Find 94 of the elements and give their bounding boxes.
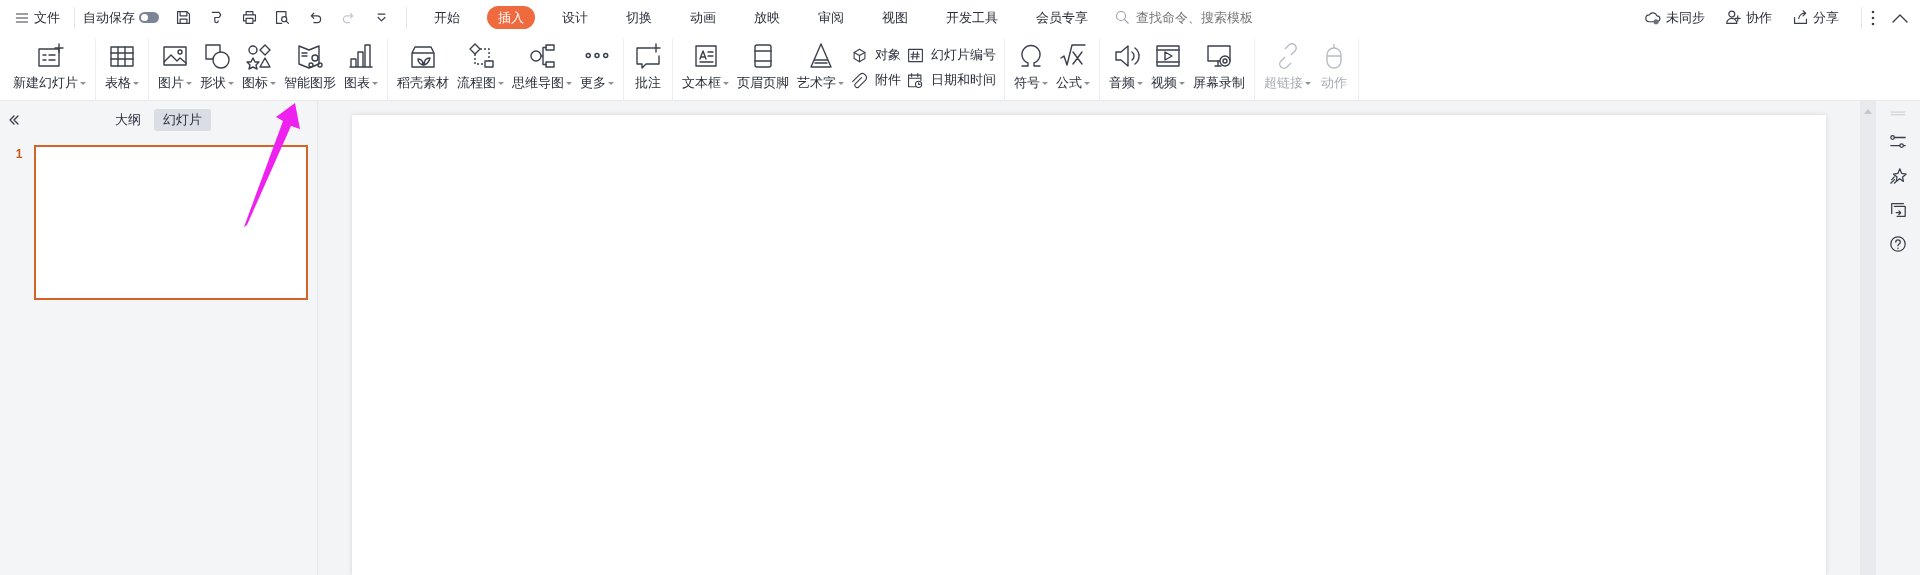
add-user-icon: [1725, 9, 1742, 26]
button-label: 日期和时间: [931, 72, 996, 90]
button-label: 文本框: [682, 75, 721, 92]
ribbon-button[interactable]: 艺术字: [793, 39, 848, 95]
ribbon-button[interactable]: 符号: [1010, 39, 1052, 95]
ribbon-tab[interactable]: 动画: [679, 5, 727, 30]
button-label: 音频: [1109, 75, 1135, 92]
help-icon[interactable]: [1889, 235, 1907, 253]
button-label: 图片: [158, 75, 184, 92]
bar-chart-icon: [346, 41, 376, 71]
panel-handle-icon[interactable]: [1889, 109, 1907, 117]
button-label: 批注: [635, 75, 661, 92]
ribbon-button[interactable]: 流程图: [453, 39, 508, 95]
cloud-icon: [1645, 9, 1662, 26]
button-label: 屏幕录制: [1193, 75, 1245, 92]
panel-tab[interactable]: 幻灯片: [154, 108, 211, 132]
button-label: 页眉页脚: [737, 75, 789, 92]
ribbon-button[interactable]: 屏幕录制: [1189, 39, 1249, 95]
ribbon-button[interactable]: 图表: [340, 39, 382, 95]
save-icon[interactable]: [175, 9, 192, 26]
ribbon-button[interactable]: 视频: [1147, 39, 1189, 95]
button-label: 图表: [344, 75, 370, 92]
ribbon-button[interactable]: 更多: [576, 39, 618, 95]
ribbon-button[interactable]: 批注: [629, 39, 667, 95]
button-label: 动作: [1321, 75, 1347, 92]
ribbon-button[interactable]: 稻壳素材: [393, 39, 453, 95]
ribbon-tab[interactable]: 审阅: [807, 5, 855, 30]
button-label: 公式: [1056, 75, 1082, 92]
autosave-label: 自动保存: [83, 8, 135, 27]
ribbon-button[interactable]: 日期和时间: [904, 68, 999, 93]
ribbon-button[interactable]: 思维导图: [508, 39, 576, 95]
mind-map-icon: [527, 41, 557, 71]
ribbon-button[interactable]: 图片: [154, 39, 196, 95]
ribbon-tab[interactable]: 会员专享: [1025, 5, 1099, 30]
more-icon: [585, 52, 609, 59]
ribbon-tab[interactable]: 开始: [423, 5, 471, 30]
ribbon-button[interactable]: 音频: [1105, 39, 1147, 95]
ribbon-button[interactable]: 智能图形: [280, 39, 340, 95]
button-label: 更多: [580, 75, 606, 92]
button-label: 幻灯片编号: [931, 47, 996, 65]
button-label: 附件: [875, 72, 901, 90]
search-field[interactable]: 查找命令、搜索模板: [1134, 6, 1284, 29]
file-menu[interactable]: 文件: [8, 7, 66, 28]
share-icon: [1792, 9, 1809, 26]
button-label: 对象: [875, 47, 901, 65]
toolbar-action[interactable]: 分享: [1786, 7, 1845, 28]
collapse-panel-icon[interactable]: [8, 114, 20, 126]
ribbon-tab[interactable]: 视图: [871, 5, 919, 30]
magic-star-icon[interactable]: [1889, 167, 1907, 185]
ribbon-tab[interactable]: 开发工具: [935, 5, 1009, 30]
ribbon-tab[interactable]: 设计: [551, 5, 599, 30]
ribbon-button[interactable]: 形状: [196, 39, 238, 95]
ribbon-tab[interactable]: 切换: [615, 5, 663, 30]
ribbon-tab[interactable]: 放映: [743, 5, 791, 30]
ribbon-button[interactable]: 幻灯片编号: [904, 43, 999, 68]
button-label: 思维导图: [512, 75, 564, 92]
ribbon-button[interactable]: 对象: [848, 43, 904, 68]
button-label: 符号: [1014, 75, 1040, 92]
calendar-icon: [907, 72, 924, 89]
button-label: 新建幻灯片: [13, 75, 78, 92]
sliders-icon[interactable]: [1889, 133, 1907, 151]
autosave-toggle[interactable]: [139, 12, 159, 23]
button-label: 超链接: [1264, 75, 1303, 92]
toolbar-action[interactable]: 未同步: [1639, 7, 1711, 28]
button-label: 稻壳素材: [397, 75, 449, 92]
ribbon-button[interactable]: 表格: [101, 39, 143, 95]
slide-number-icon: [907, 47, 924, 64]
slideshow-icon[interactable]: [1889, 201, 1907, 219]
button-label: 视频: [1151, 75, 1177, 92]
object-icon: [851, 47, 868, 64]
toolbar-action[interactable]: 协作: [1719, 7, 1778, 28]
ribbon-button[interactable]: 新建幻灯片: [9, 39, 90, 95]
more-options-icon[interactable]: [1870, 9, 1876, 26]
search-icon: [1115, 10, 1130, 25]
button-label: 形状: [200, 75, 226, 92]
button-label: 图标: [242, 75, 268, 92]
shapes-icon: [202, 41, 232, 71]
paperclip-icon: [851, 72, 868, 89]
button-label: 流程图: [457, 75, 496, 92]
panel-tab[interactable]: 大纲: [106, 108, 150, 132]
ribbon-button[interactable]: 附件: [848, 68, 904, 93]
slide-thumbnail[interactable]: [34, 145, 308, 300]
button-label: 艺术字: [797, 75, 836, 92]
button-label: 智能图形: [284, 75, 336, 92]
collapse-ribbon-icon[interactable]: [1892, 12, 1908, 23]
ribbon-button[interactable]: 公式: [1052, 39, 1094, 95]
print-icon[interactable]: [241, 9, 258, 26]
slide-number: 1: [14, 146, 24, 163]
print-preview-icon[interactable]: [274, 9, 291, 26]
ribbon-button[interactable]: 图标: [238, 39, 280, 95]
ribbon-button[interactable]: 页眉页脚: [733, 39, 793, 95]
comment-icon: [633, 41, 663, 71]
button-label: 表格: [105, 75, 131, 92]
ribbon-button[interactable]: 文本框: [678, 39, 733, 95]
